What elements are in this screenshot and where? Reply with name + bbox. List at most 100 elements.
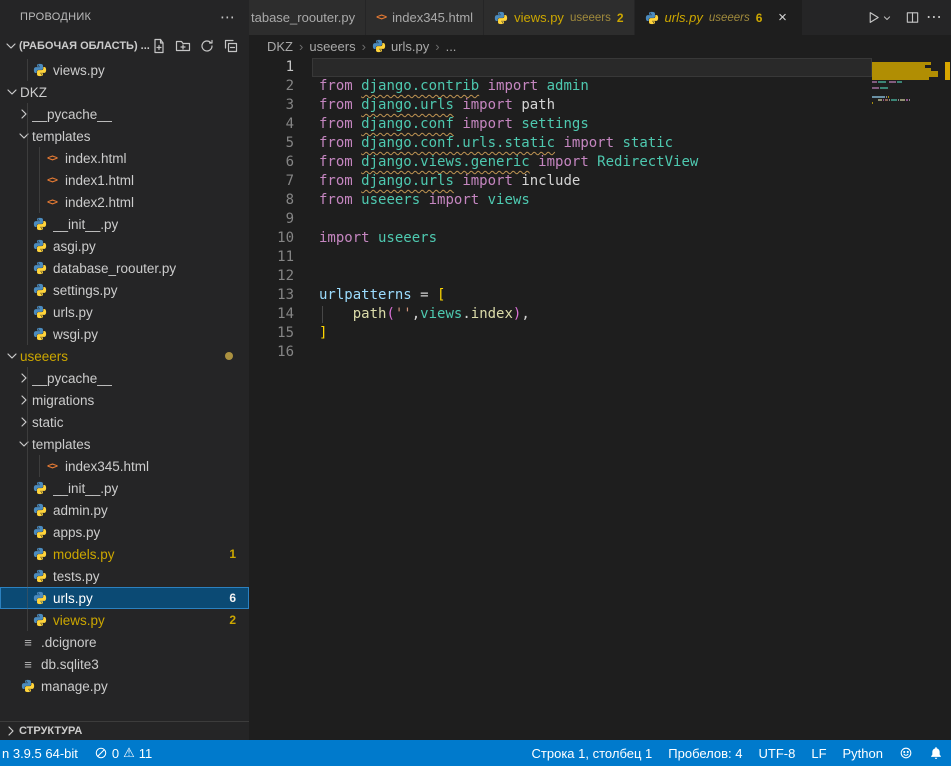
status-bar-right: Строка 1, столбец 1Пробелов: 4 UTF-8 LFPyt… <box>524 740 951 766</box>
code-line-9[interactable]: 9 <box>249 210 872 229</box>
tree-file-manage.py[interactable]: manage.py <box>0 675 249 697</box>
tree-file-admin.py[interactable]: admin.py <box>0 499 249 521</box>
tab-urls.py[interactable]: urls.pyuseeers6× <box>635 0 804 35</box>
twistie-expanded[interactable] <box>16 128 32 144</box>
tree-item-label: __init__.py <box>53 481 118 496</box>
new-file-button[interactable] <box>151 38 167 54</box>
code-line-7[interactable]: 7from django.urls import include <box>249 172 872 191</box>
tree-folder-__pycache__[interactable]: __pycache__ <box>0 103 249 125</box>
feedback-icon[interactable] <box>891 740 921 766</box>
eol[interactable]: LF <box>803 740 834 766</box>
tree-folder-DKZ[interactable]: DKZ <box>0 81 249 103</box>
explorer-more-actions-icon[interactable]: ⋯ <box>220 10 235 25</box>
code-line-3[interactable]: 3from django.urls import path <box>249 96 872 115</box>
twistie-expanded[interactable] <box>4 84 20 100</box>
tree-file-views.py[interactable]: views.py <box>0 59 249 81</box>
twistie-collapsed[interactable] <box>16 414 32 430</box>
editor-more-actions-button[interactable]: ⋯ <box>923 5 945 31</box>
run-python-file-button[interactable] <box>863 5 881 31</box>
code-token: urlpatterns <box>319 287 412 303</box>
tree-file-apps.py[interactable]: apps.py <box>0 521 249 543</box>
breadcrumb-item-DKZ[interactable]: DKZ <box>267 39 293 54</box>
code-line-15[interactable]: 15] <box>249 324 872 343</box>
tree-file-models.py[interactable]: models.py1 <box>0 543 249 565</box>
twistie-collapsed[interactable] <box>16 370 32 386</box>
problems-indicator[interactable]: 0⚠11 <box>86 740 160 766</box>
code-content[interactable]: 12from django.contrib import admin3from … <box>249 57 872 740</box>
new-folder-button[interactable] <box>175 38 191 54</box>
cursor-position[interactable]: Строка 1, столбец 1 <box>524 740 661 766</box>
notifications-bell-icon[interactable] <box>921 740 951 766</box>
code-line-4[interactable]: 4from django.conf import settings <box>249 115 872 134</box>
tree-folder-templates[interactable]: templates <box>0 433 249 455</box>
code-line-12[interactable]: 12 <box>249 267 872 286</box>
tree-file-db.sqlite3[interactable]: ≡db.sqlite3 <box>0 653 249 675</box>
tree-folder-templates[interactable]: templates <box>0 125 249 147</box>
breadcrumb-item-...[interactable]: ... <box>446 39 457 54</box>
status-bar-left: n 3.9.5 64-bit0⚠11 <box>0 740 160 766</box>
collapse-all-button[interactable] <box>223 38 239 54</box>
tree-file-database_roouter.py[interactable]: database_roouter.py <box>0 257 249 279</box>
tree-file-__init__.py[interactable]: __init__.py <box>0 477 249 499</box>
breadcrumb-item-urls.py[interactable]: urls.py <box>372 39 429 54</box>
minimap[interactable] <box>872 57 944 740</box>
breadcrumb-label: urls.py <box>391 39 429 54</box>
twistie-expanded[interactable] <box>4 348 20 364</box>
tree-file-wsgi.py[interactable]: wsgi.py <box>0 323 249 345</box>
workspace-section-header[interactable]: (РАБОЧАЯ ОБЛАСТЬ) ... <box>0 34 249 57</box>
tree-folder-useeers[interactable]: useeers <box>0 345 249 367</box>
tab-tabase_roouter.py[interactable]: tabase_roouter.py <box>249 0 366 35</box>
tree-file-settings.py[interactable]: settings.py <box>0 279 249 301</box>
indentation[interactable]: Пробелов: 4 <box>660 740 750 766</box>
twistie-expanded[interactable] <box>16 436 32 452</box>
tree-folder-__pycache__[interactable]: __pycache__ <box>0 367 249 389</box>
code-line-11[interactable]: 11 <box>249 248 872 267</box>
tab-views.py[interactable]: views.pyuseeers2 <box>484 0 634 35</box>
tree-file-index345.html[interactable]: <>index345.html <box>0 455 249 477</box>
encoding[interactable]: UTF-8 <box>751 740 804 766</box>
error-count: 0 <box>112 746 119 761</box>
tree-file-.dcignore[interactable]: ≡.dcignore <box>0 631 249 653</box>
ellipsis-icon: ⋯ <box>926 10 942 26</box>
split-editor-button[interactable] <box>902 5 923 31</box>
tree-file-urls.py[interactable]: urls.py <box>0 301 249 323</box>
code-line-8[interactable]: 8from useeers import views <box>249 191 872 210</box>
breadcrumb-item-useeers[interactable]: useeers <box>309 39 355 54</box>
tree-folder-static[interactable]: static <box>0 411 249 433</box>
code-line-6[interactable]: 6from django.views.generic import Redire… <box>249 153 872 172</box>
outline-section-header[interactable]: СТРУКТУРА <box>0 721 249 740</box>
tree-file-index.html[interactable]: <>index.html <box>0 147 249 169</box>
tree-file-urls.py[interactable]: urls.py6 <box>0 587 249 609</box>
chevron-right-icon <box>16 392 32 408</box>
code-line-14[interactable]: 14 path('',views.index), <box>249 305 872 324</box>
run-dropdown-chevron-icon[interactable] <box>881 5 896 31</box>
code-line-1[interactable]: 1 <box>249 58 872 77</box>
tree-file-__init__.py[interactable]: __init__.py <box>0 213 249 235</box>
tree-item-label: __pycache__ <box>32 107 112 122</box>
twistie-collapsed[interactable] <box>16 392 32 408</box>
tree-file-tests.py[interactable]: tests.py <box>0 565 249 587</box>
code-line-13[interactable]: 13urlpatterns = [ <box>249 286 872 305</box>
tab-close-icon[interactable]: × <box>772 8 792 28</box>
tree-item-label: models.py <box>53 547 115 562</box>
tab-index345.html[interactable]: <>index345.html <box>366 0 484 35</box>
code-line-16[interactable]: 16 <box>249 343 872 362</box>
refresh-button[interactable] <box>199 38 215 54</box>
python-interpreter[interactable]: n 3.9.5 64-bit <box>0 740 86 766</box>
twistie-collapsed[interactable] <box>16 106 32 122</box>
encoding-label: UTF-8 <box>759 746 796 761</box>
tree-folder-migrations[interactable]: migrations <box>0 389 249 411</box>
tree-file-index1.html[interactable]: <>index1.html <box>0 169 249 191</box>
tree-file-asgi.py[interactable]: asgi.py <box>0 235 249 257</box>
tree-file-index2.html[interactable]: <>index2.html <box>0 191 249 213</box>
code-token <box>420 192 428 208</box>
python-icon <box>33 327 47 341</box>
chevron-right-icon <box>16 370 32 386</box>
tab-problems-badge: 2 <box>617 11 624 25</box>
code-line-10[interactable]: 10import useeers <box>249 229 872 248</box>
code-line-5[interactable]: 5from django.conf.urls.static import sta… <box>249 134 872 153</box>
indent-guide <box>27 59 28 81</box>
language-mode[interactable]: Python <box>835 740 891 766</box>
code-line-2[interactable]: 2from django.contrib import admin <box>249 77 872 96</box>
tree-file-views.py[interactable]: views.py2 <box>0 609 249 631</box>
